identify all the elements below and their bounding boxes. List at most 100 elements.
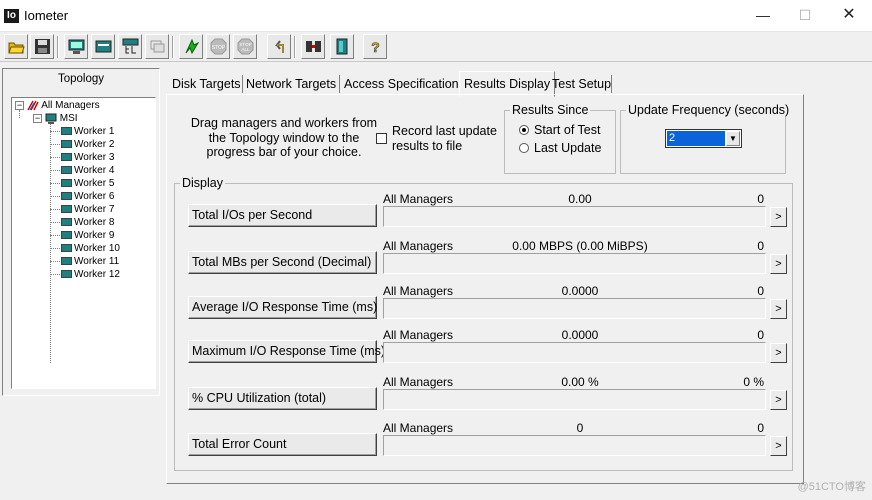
reset-icon	[275, 40, 284, 53]
help-button[interactable]: ?	[363, 34, 387, 59]
row-value-label: 0	[576, 421, 584, 435]
next-result-button[interactable]: >	[770, 299, 787, 319]
tree-connector	[50, 131, 60, 132]
tree-item-worker[interactable]: Worker 12	[61, 268, 120, 281]
tree-item-worker[interactable]: Worker 1	[61, 125, 114, 138]
close-button[interactable]: ✕	[826, 0, 872, 32]
tree-connector	[50, 248, 60, 249]
chevron-down-icon[interactable]: ▼	[726, 131, 740, 146]
open-button[interactable]	[4, 34, 28, 59]
tree-item-worker[interactable]: Worker 2	[61, 138, 114, 151]
row-max-label: 0	[757, 192, 764, 206]
tab-test-setup[interactable]: Test Setup	[548, 73, 615, 95]
worker-icon	[61, 192, 72, 201]
tab-disk-targets[interactable]: Disk Targets	[168, 73, 245, 95]
stat-select-button[interactable]: Total I/Os per Second	[188, 204, 377, 227]
record-results-label: Record last update results to file	[392, 124, 497, 153]
new-worker-button[interactable]	[118, 34, 142, 59]
worker-label: Worker 3	[74, 152, 115, 163]
tree-item-worker[interactable]: Worker 3	[61, 151, 114, 164]
worker-label: Worker 11	[74, 256, 120, 267]
tree-connector	[50, 222, 60, 223]
copy-worker-button[interactable]	[145, 34, 169, 59]
maximize-button[interactable]: ☐	[782, 0, 828, 32]
topology-tree[interactable]: − All Managers − MSI Worker 1 Worker 2 Wor…	[11, 97, 156, 389]
topology-title: Topology	[57, 73, 105, 85]
row-max-label: 0	[757, 284, 764, 298]
copy-worker-icon	[150, 40, 165, 53]
worker-label: Worker 4	[74, 165, 115, 176]
all-managers-label: All Managers	[41, 100, 100, 111]
tab-access-specifications[interactable]: Access Specifications	[340, 73, 469, 95]
save-disk-icon	[35, 39, 50, 54]
worker-label: Worker 12	[74, 269, 120, 280]
worker-label: Worker 8	[74, 217, 115, 228]
row-max-label: 0	[757, 328, 764, 342]
row-max-label: 0	[757, 421, 764, 435]
stat-select-button[interactable]: Maximum I/O Response Time (ms)	[188, 340, 385, 363]
stop-all-button[interactable]: STOP ALL	[233, 34, 257, 59]
next-result-button[interactable]: >	[770, 436, 787, 456]
collapse-msi[interactable]: −	[33, 114, 42, 123]
row-max-label: 0 %	[743, 375, 764, 389]
radio-last-update[interactable]	[519, 143, 529, 153]
radio-last-update-label[interactable]: Last Update	[534, 141, 601, 155]
manager-label: MSI	[59, 113, 78, 124]
start-display-button[interactable]	[64, 34, 88, 59]
start-tests-button[interactable]	[179, 34, 203, 59]
tab-network-targets[interactable]: Network Targets	[242, 73, 340, 95]
tree-connector	[50, 261, 60, 262]
new-manager-button[interactable]	[91, 34, 115, 59]
worker-label: Worker 2	[74, 139, 115, 150]
tree-item-worker[interactable]: Worker 10	[61, 242, 120, 255]
next-result-button[interactable]: >	[770, 207, 787, 227]
stat-select-button[interactable]: Total MBs per Second (Decimal)	[188, 251, 377, 274]
update-frequency-value: 2	[667, 131, 725, 146]
drag-instructions: Drag managers and workers from the Topol…	[190, 116, 378, 159]
tree-item-worker[interactable]: Worker 5	[61, 177, 114, 190]
worker-label: Worker 5	[74, 178, 115, 189]
start-flag-icon	[185, 38, 200, 55]
tree-connector	[50, 170, 60, 171]
row-manager-label: All Managers	[383, 328, 454, 342]
worker-icon	[61, 127, 72, 136]
tree-item-worker[interactable]: Worker 4	[61, 164, 114, 177]
row-max-label: 0	[757, 239, 764, 253]
tree-item-worker[interactable]: Worker 9	[61, 229, 114, 242]
tree-item-all-managers[interactable]: All Managers	[27, 99, 100, 112]
disconnect-icon	[306, 41, 321, 52]
radio-start-of-test-label[interactable]: Start of Test	[534, 123, 600, 137]
collapse-all-managers[interactable]: −	[15, 101, 24, 110]
row-manager-label: All Managers	[383, 284, 454, 298]
tree-item-worker[interactable]: Worker 11	[61, 255, 119, 268]
stat-select-button[interactable]: Total Error Count	[188, 433, 377, 456]
update-frequency-select[interactable]: 2 ▼	[665, 129, 742, 148]
next-result-button[interactable]: >	[770, 343, 787, 363]
stat-select-button[interactable]: Average I/O Response Time (ms)	[188, 296, 377, 319]
tree-item-worker[interactable]: Worker 8	[61, 216, 114, 229]
save-button[interactable]	[30, 34, 54, 59]
row-manager-label: All Managers	[383, 192, 454, 206]
watermark: @51CTO博客	[797, 481, 866, 493]
minimize-button[interactable]: —	[740, 0, 786, 32]
next-result-button[interactable]: >	[770, 254, 787, 274]
stop-button[interactable]: STOP	[206, 34, 230, 59]
row-manager-label: All Managers	[383, 421, 454, 435]
progress-bar	[383, 389, 766, 410]
radio-start-of-test[interactable]	[519, 125, 529, 135]
toolbar-separator	[172, 36, 174, 58]
tree-item-worker[interactable]: Worker 6	[61, 190, 114, 203]
help-icon: ?	[371, 39, 380, 55]
stat-select-button[interactable]: % CPU Utilization (total)	[188, 387, 377, 410]
manager-computer-icon	[45, 113, 57, 124]
exit-button[interactable]	[330, 34, 354, 59]
next-result-button[interactable]: >	[770, 390, 787, 410]
tree-connector	[19, 110, 20, 118]
progress-bar	[383, 342, 766, 363]
disconnect-button[interactable]	[301, 34, 325, 59]
reset-workers-button[interactable]	[267, 34, 291, 59]
worker-icon	[61, 179, 72, 188]
record-results-checkbox[interactable]	[376, 133, 387, 144]
row-value-label: 0.00	[568, 192, 592, 206]
tree-item-worker[interactable]: Worker 7	[61, 203, 114, 216]
